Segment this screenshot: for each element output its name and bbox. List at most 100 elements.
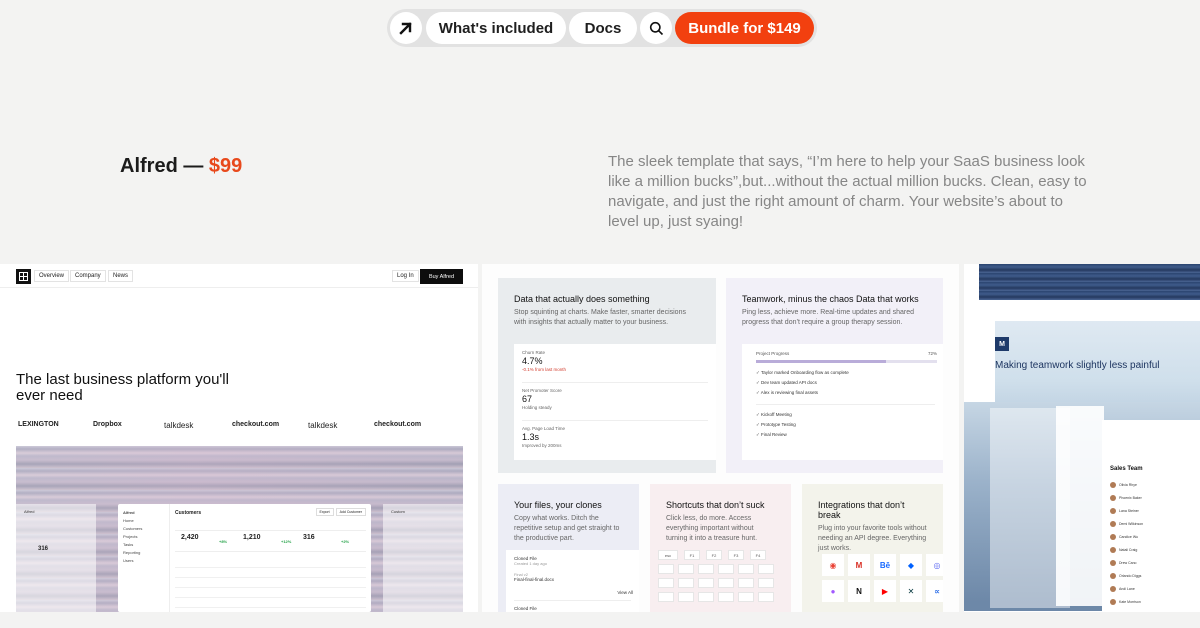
team-name: Sales Team — [1110, 466, 1143, 472]
mock-m-logo: M — [995, 337, 1009, 351]
list-item: Natali Craig — [1110, 547, 1137, 553]
gmail-icon: M — [848, 554, 870, 576]
member-name: Phoenix Baker — [1119, 496, 1142, 500]
mock-nav-overview: Overview — [34, 270, 70, 282]
divider — [522, 420, 708, 421]
teamwork-preview: M Making teamwork slightly less painful … — [964, 264, 1200, 612]
mock-app-brand: Alfred — [123, 510, 135, 515]
mock-sidebar-item: Customers — [123, 526, 143, 531]
zendesk-icon: ✕ — [900, 580, 922, 602]
feature-text: Click less, do more. Access everything i… — [666, 515, 758, 542]
progress-box: Project Progress 72% Taylor marked Onboa… — [742, 344, 943, 460]
task-item: Kickoff Meeting — [756, 412, 792, 418]
mock-sidebar-item: Reporting — [123, 550, 141, 555]
mock-nav-news: News — [108, 270, 134, 282]
logo-button[interactable] — [390, 12, 422, 44]
docs-button[interactable]: Docs — [569, 12, 637, 44]
list-item: Drew Cano — [1110, 560, 1137, 566]
file-item: Cloned File Created 1 day ago — [514, 556, 547, 566]
list-item: Kate Morrison — [1110, 599, 1141, 605]
divider — [522, 382, 708, 383]
mock-sidebar-item: Projects — [123, 534, 138, 539]
feature-text: Copy what works. Ditch the repetitive se… — [514, 515, 620, 542]
mock-window-sidebar — [1056, 406, 1104, 606]
key — [678, 564, 694, 574]
avatar — [1110, 534, 1116, 540]
website-preview: Overview Company News Log In Buy Alfred … — [0, 264, 478, 612]
figma-icon: ● — [822, 580, 844, 602]
mock-side-label: Custom — [391, 509, 405, 514]
key — [738, 592, 754, 602]
mock-sidebar-item: Home — [123, 518, 134, 523]
mock-stat-delta: +12% — [281, 539, 292, 544]
table-row — [175, 598, 366, 608]
mock-hero-heading: The last business platform you'll ever n… — [16, 371, 229, 404]
whats-included-button[interactable]: What's included — [426, 12, 566, 44]
feature-title: Data that actually does something — [514, 294, 650, 304]
stat-note: Holding steady — [522, 405, 552, 410]
file-item: Final v2 Final-final-final.docx — [514, 572, 554, 582]
mock-app-main: Customers Export Add Customer 2,420 +8% 1… — [175, 508, 366, 612]
progress-value: 72% — [927, 351, 937, 356]
mock-logo-icon — [16, 269, 31, 284]
search-button[interactable] — [640, 12, 672, 44]
view-all-link: View All — [617, 590, 633, 595]
activity-item: Dev team updated API docs — [756, 380, 817, 386]
mock-add-button: Add Customer — [335, 508, 366, 516]
mock-app-sidebar: Alfred Home Customers Projects Tasks Rep… — [118, 504, 170, 612]
avatar — [1110, 521, 1116, 527]
key — [758, 564, 774, 574]
key — [658, 578, 674, 588]
product-title: Alfred — $99 — [120, 155, 242, 178]
avatar — [1110, 586, 1116, 592]
key — [678, 592, 694, 602]
key — [738, 564, 754, 574]
stat-value: 1.3s — [522, 432, 540, 442]
list-item: Lana Steiner — [1110, 508, 1139, 514]
table-row — [175, 578, 366, 588]
mock-stat-delta: +2% — [341, 539, 350, 544]
mock-window-team: Sales Team Olivia Rhye Phoenix Baker Lan… — [1102, 420, 1200, 612]
stat-label: Avg. Page Load Time — [522, 426, 565, 431]
file-name: Final-final-final.docx — [514, 577, 555, 582]
logo-lexington: LEXINGTON — [18, 421, 59, 428]
task-item: Prototype Testing — [756, 422, 796, 428]
stat-value: 4.7% — [522, 356, 543, 366]
mock-app-actions: Export Add Customer — [314, 508, 366, 516]
logo-checkout-2: checkout.com — [374, 421, 422, 428]
key — [698, 592, 714, 602]
file-meta: Created 1 day ago — [514, 561, 547, 566]
progress-label: Project Progress — [756, 351, 790, 356]
key: F4 — [750, 550, 766, 560]
mock-side-label: Alfred — [24, 509, 35, 514]
avatar — [1110, 573, 1116, 579]
mock-nav-company: Company — [70, 270, 106, 282]
feature-title: Integrations that don’t break — [818, 500, 905, 520]
avatar — [1110, 547, 1116, 553]
stat-nps: Net Promoter Score 67 Holding steady — [522, 388, 562, 410]
logo-talkdesk: talkdesk — [164, 421, 194, 430]
stat-churn: Churn Rate 4.7% -0.1% from last month — [522, 350, 566, 372]
key — [718, 564, 734, 574]
feature-card-integrations: Integrations that don’t break Plug into … — [802, 484, 943, 612]
key — [758, 592, 774, 602]
mock-teamwork-title: Making teamwork slightly less painful — [995, 360, 1160, 371]
member-name: Kate Morrison — [1119, 600, 1141, 604]
feature-text: Plug into your favorite tools without ne… — [818, 525, 927, 552]
member-name: Orlando Diggs — [1119, 574, 1142, 578]
task-item: Final Review — [756, 432, 787, 438]
table-row — [175, 588, 366, 598]
feature-title: Your files, your clones — [514, 500, 602, 510]
product-description: The sleek template that says, “I’m here … — [608, 153, 1087, 230]
stat-load: Avg. Page Load Time 1.3s Improved by 200ms — [522, 426, 565, 448]
mock-side-num: 316 — [38, 546, 49, 552]
divider — [514, 600, 631, 601]
mock-sidebar-item: Users — [123, 558, 134, 563]
key — [658, 564, 674, 574]
stat-label: Net Promoter Score — [522, 388, 562, 393]
feature-card-files: Your files, your clones Copy what works.… — [498, 484, 639, 612]
mock-header-image — [979, 264, 1200, 300]
bundle-button[interactable]: Bundle for $149 — [675, 12, 814, 44]
member-name: Drew Cano — [1119, 561, 1137, 565]
behance-icon: Bē — [874, 554, 896, 576]
